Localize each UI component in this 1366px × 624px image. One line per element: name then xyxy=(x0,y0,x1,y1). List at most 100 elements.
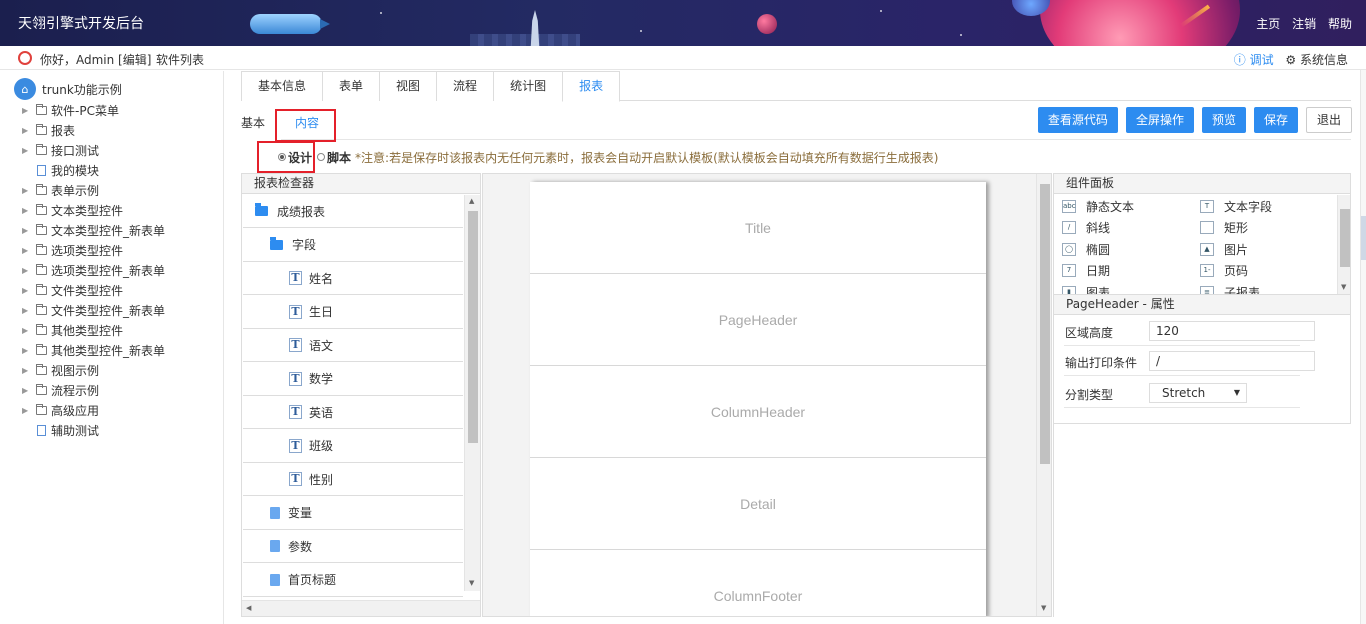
expand-arrow-icon[interactable]: ▶ xyxy=(22,146,34,155)
scroll-thumb[interactable] xyxy=(1340,209,1350,267)
inspector-row[interactable]: T 语文 xyxy=(243,329,463,362)
band-title[interactable]: Title xyxy=(530,182,986,274)
expand-arrow-icon[interactable]: ▶ xyxy=(22,246,34,255)
script-label[interactable]: 脚本 xyxy=(327,149,351,166)
scroll-down-icon[interactable]: ▼ xyxy=(469,579,474,587)
inspector-row[interactable]: T 英语 xyxy=(243,396,463,429)
tree-item[interactable]: ▶ 文本类型控件_新表单 xyxy=(22,221,165,239)
band-column-header[interactable]: ColumnHeader xyxy=(530,366,986,458)
inspector-scrollbar[interactable]: ▲ ▼ xyxy=(464,195,480,591)
inspector-row[interactable]: T 数学 xyxy=(243,363,463,396)
tree-root[interactable]: ⌂ trunk功能示例 xyxy=(14,78,122,100)
expand-arrow-icon[interactable]: ▶ xyxy=(22,226,34,235)
print-condition-input[interactable] xyxy=(1149,351,1315,371)
expand-arrow-icon[interactable]: ▶ xyxy=(22,406,34,415)
tree-item[interactable]: ▶ 其他类型控件 xyxy=(22,321,123,339)
inspector-row[interactable]: 成绩报表 xyxy=(243,195,463,228)
tab-view[interactable]: 视图 xyxy=(379,71,438,101)
inspector-row[interactable]: T 性别 xyxy=(243,463,463,496)
tree-item[interactable]: ▶ 选项类型控件 xyxy=(22,241,123,259)
expand-arrow-icon[interactable]: ▶ xyxy=(22,326,34,335)
component-item[interactable]: 矩形 xyxy=(1200,218,1248,238)
tree-item[interactable]: ▶ 表单示例 xyxy=(22,181,99,199)
tree-item[interactable]: ▶ 接口测试 xyxy=(22,141,99,159)
system-info-link[interactable]: ⚙ 系统信息 xyxy=(1285,53,1348,67)
inspector-hscrollbar[interactable]: ◀ xyxy=(242,600,480,616)
script-radio[interactable] xyxy=(317,153,326,161)
band-column-footer[interactable]: ColumnFooter xyxy=(530,550,986,616)
component-item[interactable]: ◯ 椭圆 xyxy=(1062,239,1110,259)
nav-home-link[interactable]: 主页 xyxy=(1256,17,1280,31)
component-item[interactable]: ▲ 图片 xyxy=(1200,239,1248,259)
tree-item[interactable]: 辅助测试 xyxy=(22,421,99,439)
exit-button[interactable]: 退出 xyxy=(1305,107,1352,133)
nav-logout-link[interactable]: 注销 xyxy=(1292,17,1316,31)
expand-arrow-icon[interactable]: ▶ xyxy=(22,366,34,375)
tree-item[interactable]: ▶ 文件类型控件 xyxy=(22,281,123,299)
tab-flow[interactable]: 流程 xyxy=(436,71,495,101)
report-sheet[interactable]: Title PageHeader ColumnHeader Detail Col… xyxy=(530,182,986,616)
view-source-button[interactable]: 查看源代码 xyxy=(1037,107,1118,133)
page-scrollbar[interactable] xyxy=(1360,70,1366,624)
tab-chart[interactable]: 统计图 xyxy=(493,71,564,101)
expand-arrow-icon[interactable]: ▶ xyxy=(22,306,34,315)
component-scrollbar[interactable]: ▼ xyxy=(1337,195,1350,294)
tab-form[interactable]: 表单 xyxy=(322,71,381,101)
tree-item[interactable]: ▶ 报表 xyxy=(22,121,75,139)
scroll-down-icon[interactable]: ▼ xyxy=(1041,604,1046,612)
expand-arrow-icon[interactable]: ▶ xyxy=(22,266,34,275)
expand-arrow-icon[interactable]: ▶ xyxy=(22,386,34,395)
tree-item[interactable]: ▶ 高级应用 xyxy=(22,401,99,419)
inspector-row[interactable]: T 生日 xyxy=(243,296,463,329)
inspector-row[interactable]: 变量 xyxy=(243,497,463,530)
component-item[interactable]: ▮ 图表 xyxy=(1062,282,1110,294)
scroll-thumb[interactable] xyxy=(468,211,478,443)
scroll-up-icon[interactable]: ▲ xyxy=(469,197,474,205)
tree-item[interactable]: ▶ 其他类型控件_新表单 xyxy=(22,341,165,359)
page-scroll-thumb[interactable] xyxy=(1361,216,1366,260)
report-design-canvas[interactable]: Title PageHeader ColumnHeader Detail Col… xyxy=(482,173,1052,617)
component-item[interactable]: 7 日期 xyxy=(1062,261,1110,281)
inspector-row[interactable]: T 班级 xyxy=(243,430,463,463)
expand-arrow-icon[interactable]: ▶ xyxy=(22,206,34,215)
inspector-row[interactable]: T 姓名 xyxy=(243,262,463,295)
software-list-link[interactable]: 软件列表 xyxy=(156,51,204,68)
tab-report[interactable]: 报表 xyxy=(562,71,621,102)
tree-item[interactable]: ▶ 软件-PC菜单 xyxy=(22,101,119,119)
tree-item[interactable]: ▶ 选项类型控件_新表单 xyxy=(22,261,165,279)
scroll-down-icon[interactable]: ▼ xyxy=(1341,283,1346,291)
component-item[interactable]: ≡ 子报表 xyxy=(1200,282,1260,294)
expand-arrow-icon[interactable]: ▶ xyxy=(22,286,34,295)
expand-arrow-icon[interactable]: ▶ xyxy=(22,126,34,135)
inspector-row[interactable]: 字段 xyxy=(243,229,463,262)
component-item[interactable]: 1- 页码 xyxy=(1200,261,1248,281)
canvas-scrollbar[interactable]: ▼ xyxy=(1036,174,1051,616)
inspector-row[interactable]: 首页标题 xyxy=(243,564,463,597)
tree-item[interactable]: ▶ 文件类型控件_新表单 xyxy=(22,301,165,319)
split-type-select[interactable]: Stretch xyxy=(1149,383,1247,403)
expand-arrow-icon[interactable]: ▶ xyxy=(22,186,34,195)
band-detail[interactable]: Detail xyxy=(530,458,986,550)
component-item[interactable]: / 斜线 xyxy=(1062,218,1110,238)
subtab-basic[interactable]: 基本 xyxy=(241,114,265,131)
tree-item[interactable]: ▶ 文本类型控件 xyxy=(22,201,123,219)
component-item[interactable]: T 文本字段 xyxy=(1200,196,1272,216)
tree-item[interactable]: ▶ 视图示例 xyxy=(22,361,99,379)
region-height-input[interactable] xyxy=(1149,321,1315,341)
component-item[interactable]: abc 静态文本 xyxy=(1062,196,1134,216)
scroll-left-icon[interactable]: ◀ xyxy=(246,604,251,612)
inspector-row[interactable]: 参数 xyxy=(243,530,463,563)
nav-help-link[interactable]: 帮助 xyxy=(1328,17,1352,31)
debug-link[interactable]: ⓘ 调试 xyxy=(1234,53,1274,67)
tree-item[interactable]: 我的模块 xyxy=(22,161,99,179)
user-greeting[interactable]: 你好，Admin [编辑] xyxy=(40,51,151,68)
tree-item[interactable]: ▶ 流程示例 xyxy=(22,381,99,399)
band-page-header[interactable]: PageHeader xyxy=(530,274,986,366)
expand-arrow-icon[interactable]: ▶ xyxy=(22,106,34,115)
save-button[interactable]: 保存 xyxy=(1253,107,1298,133)
tab-basic-info[interactable]: 基本信息 xyxy=(241,71,324,101)
expand-arrow-icon[interactable]: ▶ xyxy=(22,346,34,355)
preview-button[interactable]: 预览 xyxy=(1201,107,1246,133)
fullscreen-button[interactable]: 全屏操作 xyxy=(1125,107,1194,133)
scroll-thumb[interactable] xyxy=(1040,184,1050,464)
